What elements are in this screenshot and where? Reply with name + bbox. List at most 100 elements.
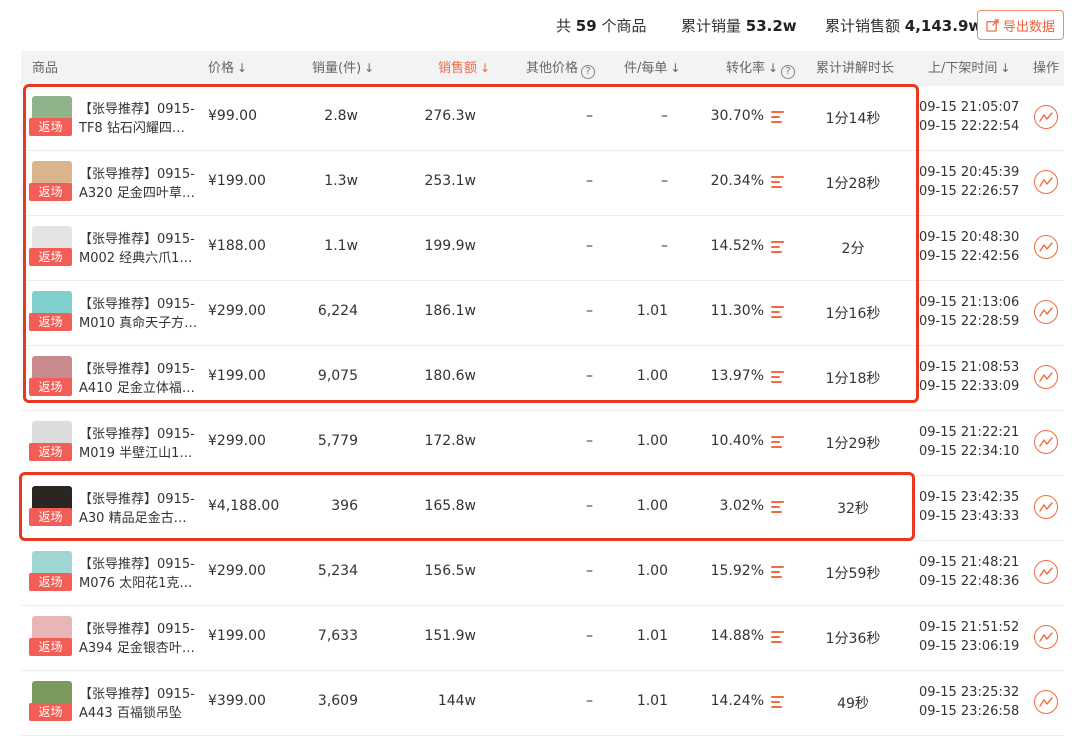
conversion-chart-icon[interactable] [771,501,784,514]
trend-chart-button[interactable] [1034,300,1058,324]
per-order-cell: – [661,238,668,254]
table-row[interactable]: 返场 【张导推荐】0915- A394 足金银杏叶… ¥199.00 7,633… [21,606,1064,671]
col-duration-label: 累计讲解时长 [816,61,895,76]
trend-chart-button[interactable] [1034,560,1058,584]
export-data-button[interactable]: 导出数据 [977,10,1064,40]
table-row[interactable]: 返场 【张导推荐】0915- A410 足金立体福… ¥199.00 9,075… [21,346,1064,411]
other-price-cell: – [586,563,593,579]
conversion-cell: 30.70% [710,108,764,124]
help-icon[interactable]: ? [781,65,796,79]
col-per-order[interactable]: 件/每单 ↓ [624,51,680,86]
revenue-cell: 253.1w [424,173,476,189]
volume-cell: 1.1w [324,238,358,254]
revenue-cell: 180.6w [424,368,476,384]
trend-chart-button[interactable] [1034,170,1058,194]
conversion-cell: 20.34% [710,173,764,189]
product-name-line2[interactable]: M010 真命天子方… [79,312,197,331]
table-row[interactable]: 返场 【张导推荐】0915- M019 半壁江山1… ¥299.00 5,779… [21,411,1064,476]
volume-cell: 3,609 [317,693,358,709]
other-price-cell: – [586,368,593,384]
summary-bar: 共 59 个商品 累计销量 53.2w 累计销售额 4,143.9w 导出数据 [0,0,1080,50]
on-shelf-time: 09-15 21:08:53 [919,360,1020,375]
table-row[interactable]: 返场 【张导推荐】0915- TF8 钻石闪耀四… ¥99.00 2.8w 27… [21,86,1064,151]
help-icon[interactable]: ? [581,65,596,79]
revenue-cell: 199.9w [424,238,476,254]
product-name-line2[interactable]: TF8 钻石闪耀四… [79,117,185,136]
product-name-line1[interactable]: 【张导推荐】0915- [79,98,195,117]
product-name-line1[interactable]: 【张导推荐】0915- [79,163,195,182]
product-name-line2[interactable]: A320 足金四叶草… [79,182,195,201]
product-name-line2[interactable]: A410 足金立体福… [79,377,195,396]
revenue-cell: 151.9w [424,628,476,644]
price-cell: ¥399.00 [208,693,266,709]
product-name-line1[interactable]: 【张导推荐】0915- [79,488,195,507]
product-name-line1[interactable]: 【张导推荐】0915- [79,553,195,572]
revenue-cell: 165.8w [424,498,476,514]
conversion-cell: 11.30% [710,303,764,319]
trend-chart-button[interactable] [1034,235,1058,259]
table-row[interactable]: 返场 【张导推荐】0915- A443 百福锁吊坠 ¥399.00 3,609 … [21,671,1064,736]
product-name-line1[interactable]: 【张导推荐】0915- [79,293,195,312]
col-volume[interactable]: 销量(件) ↓ [312,51,374,86]
on-shelf-time: 09-15 21:22:21 [919,425,1020,440]
trend-chart-button[interactable] [1034,625,1058,649]
total-revenue: 累计销售额 4,143.9w [825,15,982,36]
conversion-cell: 10.40% [710,433,764,449]
per-order-cell: 1.00 [636,498,668,514]
product-name-line2[interactable]: M076 太阳花1克… [79,572,192,591]
trend-chart-button[interactable] [1034,495,1058,519]
product-name-line1[interactable]: 【张导推荐】0915- [79,618,195,637]
conversion-chart-icon[interactable] [771,306,784,319]
on-shelf-time: 09-15 23:42:35 [919,490,1020,505]
total-products: 共 59 个商品 [556,15,646,36]
trend-chart-button[interactable] [1034,105,1058,129]
product-name-line2[interactable]: A394 足金银杏叶… [79,637,195,656]
col-price[interactable]: 价格 ↓ [208,51,247,86]
conversion-chart-icon[interactable] [771,696,784,709]
col-onoff-time[interactable]: 上/下架时间 ↓ [928,51,1010,86]
conversion-chart-icon[interactable] [771,631,784,644]
table-row[interactable]: 返场 【张导推荐】0915- A320 足金四叶草… ¥199.00 1.3w … [21,151,1064,216]
per-order-cell: 1.01 [636,693,668,709]
product-name-line1[interactable]: 【张导推荐】0915- [79,228,195,247]
on-shelf-time: 09-15 21:05:07 [919,100,1020,115]
off-shelf-time: 09-15 22:48:36 [919,574,1020,589]
sort-down-icon: ↓ [670,61,681,75]
rerun-tag: 返场 [29,183,72,201]
off-shelf-time: 09-15 22:26:57 [919,184,1020,199]
conversion-cell: 14.88% [710,628,764,644]
conversion-chart-icon[interactable] [771,436,784,449]
product-name-line2[interactable]: A30 精品足金古… [79,507,187,526]
col-product-label: 商品 [32,61,59,76]
other-price-cell: – [586,433,593,449]
volume-cell: 5,779 [317,433,358,449]
per-order-cell: – [661,108,668,124]
product-name-line1[interactable]: 【张导推荐】0915- [79,358,195,377]
duration-cell: 32秒 [837,501,869,517]
other-price-cell: – [586,498,593,514]
table-row[interactable]: 返场 【张导推荐】0915- A30 精品足金古… ¥4,188.00 396 … [21,476,1064,541]
col-revenue[interactable]: 销售额 ↓ [438,51,490,86]
product-name-line2[interactable]: M019 半壁江山1… [79,442,192,461]
off-shelf-time: 09-15 22:28:59 [919,314,1020,329]
table-row[interactable]: 返场 【张导推荐】0915- M010 真命天子方… ¥299.00 6,224… [21,281,1064,346]
product-name-line1[interactable]: 【张导推荐】0915- [79,683,195,702]
table-row[interactable]: 返场 【张导推荐】0915- M076 太阳花1克… ¥299.00 5,234… [21,541,1064,606]
conversion-chart-icon[interactable] [771,111,784,124]
col-onoff-label: 上/下架时间 [928,61,998,76]
other-price-cell: – [586,173,593,189]
trend-chart-button[interactable] [1034,365,1058,389]
col-conversion[interactable]: 转化率 ↓? [726,51,796,86]
conversion-chart-icon[interactable] [771,176,784,189]
conversion-chart-icon[interactable] [771,241,784,254]
total-suffix: 个商品 [601,17,647,35]
conversion-chart-icon[interactable] [771,566,784,579]
trend-line-icon [1039,502,1053,512]
table-row[interactable]: 返场 【张导推荐】0915- M002 经典六爪1… ¥188.00 1.1w … [21,216,1064,281]
trend-chart-button[interactable] [1034,430,1058,454]
product-name-line2[interactable]: M002 经典六爪1… [79,247,192,266]
product-name-line1[interactable]: 【张导推荐】0915- [79,423,195,442]
product-name-line2[interactable]: A443 百福锁吊坠 [79,702,182,721]
conversion-chart-icon[interactable] [771,371,784,384]
trend-chart-button[interactable] [1034,690,1058,714]
